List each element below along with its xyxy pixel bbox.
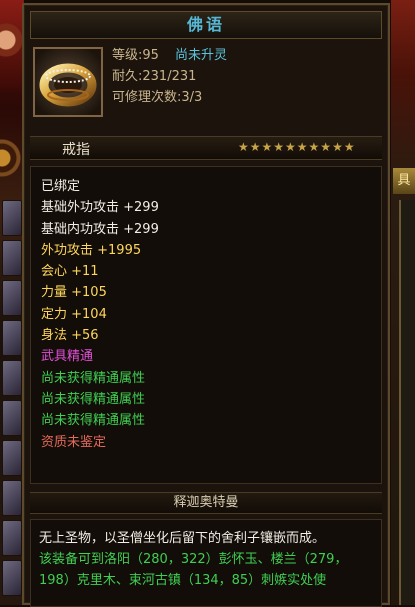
inventory-slot[interactable] xyxy=(2,240,22,276)
item-level: 等级:95 xyxy=(112,48,159,63)
attribute-row: 定力 +104 xyxy=(41,306,107,322)
attribute-row: 外功攻击 +1995 xyxy=(41,242,142,258)
attribute-row: 尚未获得精通属性 xyxy=(41,370,146,386)
right-side-panel: 具 xyxy=(391,0,415,605)
left-side-ui xyxy=(0,0,24,605)
description-location: 该装备可到洛阳（280，322）彭怀玉、楼兰（279，198）克里木、束河古镇（… xyxy=(39,552,348,588)
item-title: 佛语 xyxy=(30,11,382,39)
attribute-row: 基础内功攻击 +299 xyxy=(41,221,159,237)
attribute-row: 基础外功攻击 +299 xyxy=(41,200,159,216)
inventory-slot[interactable] xyxy=(2,440,22,476)
origin-name: 释迦奥特曼 xyxy=(30,492,382,514)
item-basic-info: 等级:95 尚未升灵 耐久:231/231 可修理次数:3/3 xyxy=(112,45,227,108)
panel-tab[interactable]: 具 xyxy=(393,168,415,194)
inventory-slot[interactable] xyxy=(2,400,22,436)
attribute-row: 尚未获得精通属性 xyxy=(41,413,146,429)
item-repair-count: 可修理次数:3/3 xyxy=(112,90,203,105)
skill-orb-icon xyxy=(0,130,22,186)
inventory-slot[interactable] xyxy=(2,280,22,316)
attribute-list: 已绑定基础外功攻击 +299 基础内功攻击 +299 外功攻击 +1995 会心 +1… xyxy=(41,176,159,453)
spirit-status: 尚未升灵 xyxy=(174,48,227,63)
attribute-row: 力量 +105 xyxy=(41,285,107,301)
attribute-row: 身法 +56 xyxy=(41,328,99,344)
attribute-row: 资质未鉴定 xyxy=(41,434,107,450)
inventory-slot[interactable] xyxy=(2,320,22,356)
character-portrait xyxy=(0,0,24,90)
attribute-row: 武具精通 xyxy=(41,349,94,365)
item-tooltip: 佛语 等级:95 尚未升灵 耐久:231/231 可修理次数:3/3 戒指 ★★… xyxy=(22,3,390,607)
item-type: 戒指 xyxy=(62,142,90,158)
item-description: 无上圣物，以圣僧坐化后留下的舍利子镶嵌而成。 该装备可到洛阳（280，322）彭… xyxy=(30,519,382,607)
inventory-slot[interactable] xyxy=(2,360,22,396)
star-rating: ★★★★★★★★★★ xyxy=(238,140,356,154)
inventory-slot[interactable] xyxy=(2,200,22,236)
character-panel-edge xyxy=(399,200,415,605)
attribute-panel: 已绑定基础外功攻击 +299 基础内功攻击 +299 外功攻击 +1995 会心 +1… xyxy=(30,166,382,484)
item-icon-frame xyxy=(33,47,103,117)
inventory-slot[interactable] xyxy=(2,520,22,556)
attribute-row: 会心 +11 xyxy=(41,264,99,280)
item-durability: 耐久:231/231 xyxy=(112,69,197,84)
attribute-row: 已绑定 xyxy=(41,179,81,194)
attribute-row: 尚未获得精通属性 xyxy=(41,391,146,407)
description-lore: 无上圣物，以圣僧坐化后留下的舍利子镶嵌而成。 xyxy=(39,531,326,546)
inventory-slot[interactable] xyxy=(2,560,22,596)
gold-ring-icon xyxy=(35,49,101,115)
inventory-slot[interactable] xyxy=(2,480,22,516)
item-type-bar: 戒指 ★★★★★★★★★★ xyxy=(30,136,382,160)
